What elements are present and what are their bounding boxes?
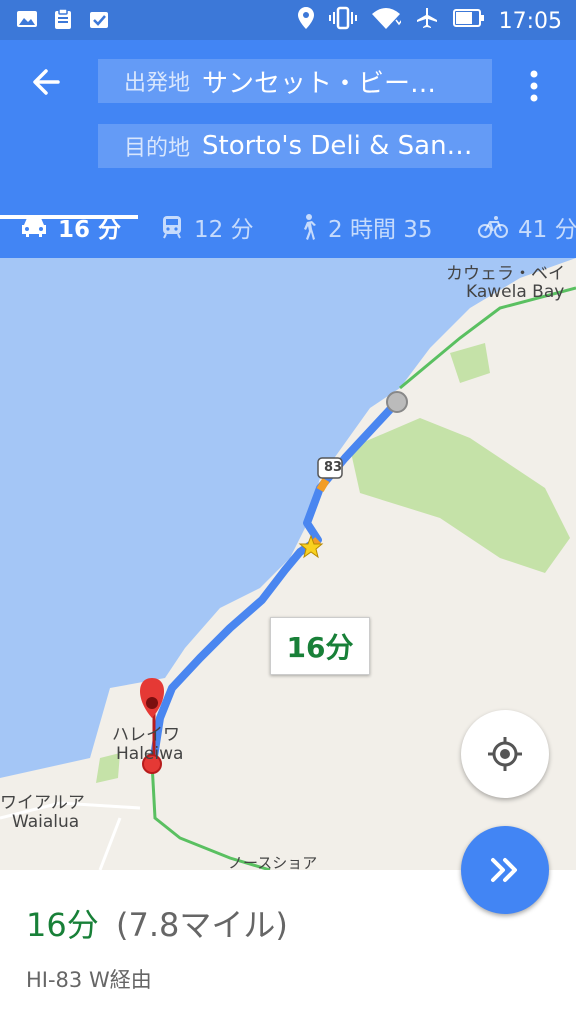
summary-via: HI-83 W経由 <box>26 968 152 992</box>
battery-icon <box>452 8 485 34</box>
tab-bike[interactable]: 41 分 <box>478 196 576 258</box>
task-check-icon <box>88 8 110 30</box>
more-vert-icon <box>530 70 538 102</box>
destination-label: 目的地 <box>124 136 191 161</box>
origin-label: 出発地 <box>124 71 191 96</box>
arrow-left-icon <box>33 69 60 95</box>
tab-transit[interactable]: 12 分 <box>160 196 254 258</box>
waialua-label-en: Waialua <box>12 812 80 832</box>
origin-field[interactable]: 出発地 サンセット・ビー… <box>98 59 492 103</box>
summary-time: 16分 <box>26 906 99 944</box>
waialua-label-jp: ワイアルア <box>0 793 85 813</box>
destination-value: Storto's Deli & San… <box>202 131 473 161</box>
vibrate-icon <box>328 6 357 36</box>
origin-value: サンセット・ビー… <box>202 68 437 99</box>
haleiwa-label-en: Haleiwa <box>116 744 184 764</box>
summary-distance: (7.8マイル) <box>116 906 288 944</box>
directions-header: 出発地 サンセット・ビー… 目的地 Storto's Deli & San… 1… <box>0 40 576 258</box>
start-navigation-button[interactable] <box>461 826 549 914</box>
tab-walk-label: 2 時間 35 <box>328 217 433 243</box>
my-location-button[interactable] <box>461 710 549 798</box>
haleiwa-label-jp: ハレイワ <box>112 725 180 745</box>
tab-bike-label: 41 分 <box>518 217 576 243</box>
active-tab-indicator <box>0 215 138 219</box>
route-83-shield: 83 <box>324 460 343 475</box>
airplane-icon <box>415 6 439 36</box>
kawela-bay-label-jp: カウェラ・ベイ <box>446 264 565 284</box>
train-icon <box>163 216 181 239</box>
my-location-icon <box>488 737 522 771</box>
bike-icon <box>478 216 508 238</box>
route-eta-callout[interactable]: 16分 <box>270 617 370 675</box>
tab-walk[interactable]: 2 時間 35 <box>298 196 433 258</box>
walk-icon <box>304 214 316 240</box>
status-time: 17:05 <box>498 8 562 34</box>
location-icon <box>297 6 315 36</box>
wifi-icon <box>371 6 403 36</box>
status-bar: 17:05 <box>0 0 576 40</box>
destination-field[interactable]: 目的地 Storto's Deli & San… <box>98 124 492 168</box>
travel-mode-tabs: 16 分 12 分 2 時間 35 41 分 <box>0 196 576 258</box>
double-chevron-right-icon <box>491 858 517 882</box>
back-button[interactable] <box>26 62 66 102</box>
kawela-bay-label-en: Kawela Bay <box>466 282 565 302</box>
tab-drive[interactable]: 16 分 <box>20 196 121 258</box>
image-icon <box>16 8 38 30</box>
clipboard-icon <box>52 8 74 30</box>
more-menu-button[interactable] <box>522 66 546 106</box>
north-shore-label-jp: ノースショア <box>228 854 318 870</box>
tab-transit-label: 12 分 <box>194 217 254 243</box>
